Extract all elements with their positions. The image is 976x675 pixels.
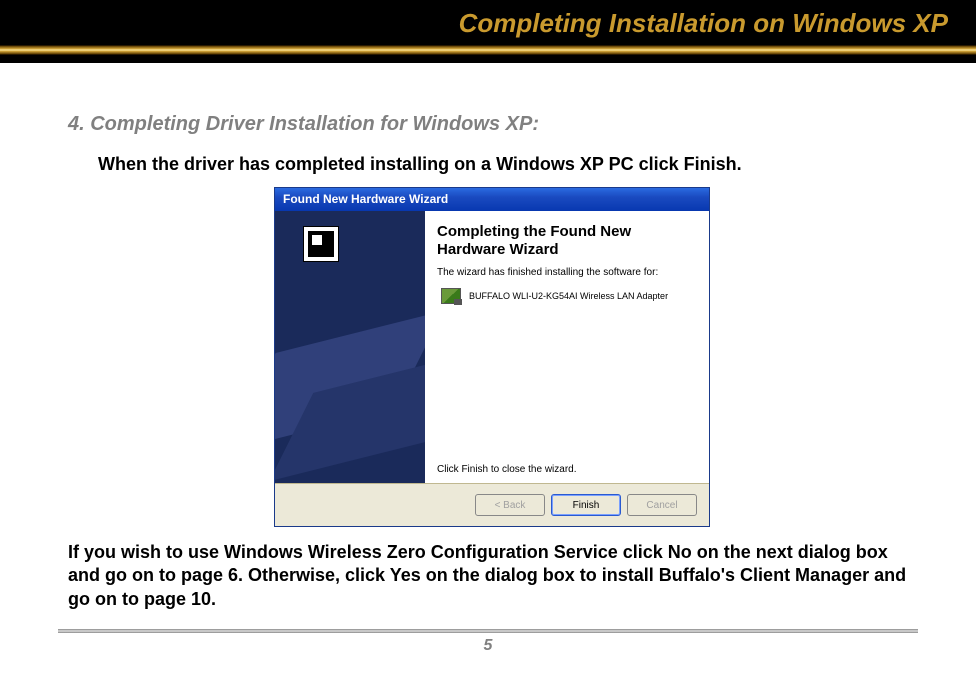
wizard-closing-text: Click Finish to close the wizard. <box>437 464 697 475</box>
page-number: 5 <box>58 637 918 655</box>
device-row: BUFFALO WLI-U2-KG54AI Wireless LAN Adapt… <box>437 288 697 304</box>
wizard-main-pane: Completing the Found New Hardware Wizard… <box>425 211 709 483</box>
device-name: BUFFALO WLI-U2-KG54AI Wireless LAN Adapt… <box>469 291 668 301</box>
dialog-button-row: < Back Finish Cancel <box>275 483 709 526</box>
back-button[interactable]: < Back <box>475 494 545 516</box>
section-heading: 4. Completing Driver Installation for Wi… <box>68 113 916 136</box>
step-instruction: When the driver has completed installing… <box>98 154 916 175</box>
network-adapter-icon <box>441 288 461 304</box>
finish-button[interactable]: Finish <box>551 494 621 516</box>
follow-up-instruction: If you wish to use Windows Wireless Zero… <box>68 541 912 611</box>
content-area: 4. Completing Driver Installation for Wi… <box>0 63 976 611</box>
page-title: Completing Installation on Windows XP <box>0 8 976 39</box>
page-footer: 5 <box>58 629 918 655</box>
wizard-subtext: The wizard has finished installing the s… <box>437 267 697 278</box>
wizard-heading: Completing the Found New Hardware Wizard <box>437 223 697 259</box>
dialog-body: Completing the Found New Hardware Wizard… <box>275 211 709 483</box>
wizard-dialog: Found New Hardware Wizard Completing the… <box>274 187 710 527</box>
cancel-button[interactable]: Cancel <box>627 494 697 516</box>
decorative-gold-bar <box>0 45 976 55</box>
footer-divider <box>58 629 918 633</box>
wizard-sidebar-graphic <box>275 211 425 483</box>
decorative-black-bar <box>0 55 976 63</box>
dialog-titlebar: Found New Hardware Wizard <box>275 188 709 211</box>
page-header: Completing Installation on Windows XP <box>0 0 976 45</box>
dialog-screenshot-wrap: Found New Hardware Wizard Completing the… <box>68 187 916 527</box>
